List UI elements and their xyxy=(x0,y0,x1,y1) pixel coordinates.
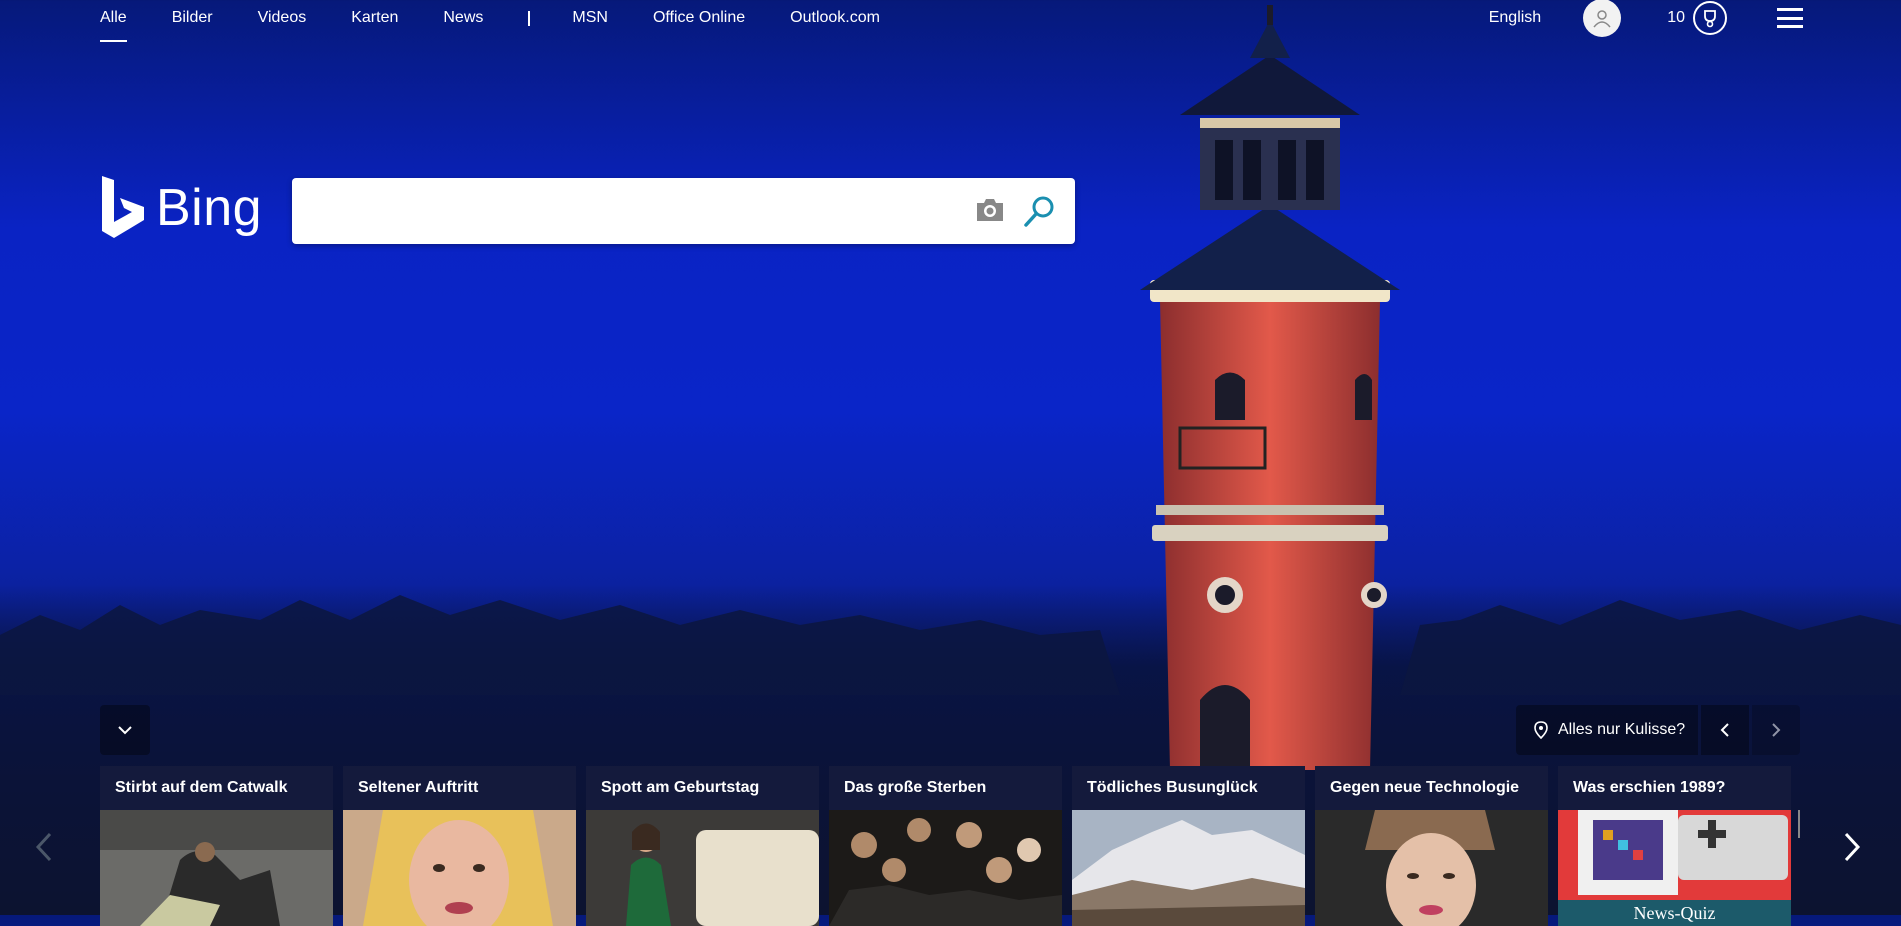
news-card-title: Das große Sterben xyxy=(829,766,1062,810)
nav-alle[interactable]: Alle xyxy=(100,2,127,42)
chevron-right-icon xyxy=(1772,723,1781,737)
news-card-title: Was erschien 1989? xyxy=(1558,766,1791,810)
bing-logo-icon xyxy=(102,176,144,238)
news-card-image xyxy=(829,810,1062,926)
nav-msn[interactable]: MSN xyxy=(572,2,608,34)
menu-line xyxy=(1777,8,1803,11)
top-navigation: Alle Bilder Videos Karten News MSN Offic… xyxy=(100,0,925,42)
news-card[interactable]: Seltener Auftritt xyxy=(343,766,576,926)
reward-points[interactable]: 10 xyxy=(1667,9,1685,27)
nav-outlook[interactable]: Outlook.com xyxy=(790,2,880,34)
carousel-edge xyxy=(1798,810,1800,838)
news-card[interactable]: Das große Sterben xyxy=(829,766,1062,926)
location-pin-icon xyxy=(1534,721,1548,739)
cards-previous-arrow-icon[interactable] xyxy=(32,830,56,864)
news-card[interactable]: Gegen neue Technologie xyxy=(1315,766,1548,926)
news-card-image xyxy=(1315,810,1548,926)
bing-logo[interactable]: Bing xyxy=(100,176,262,240)
image-info-button[interactable]: Alles nur Kulisse? xyxy=(1516,705,1698,755)
trophy-icon xyxy=(1704,10,1716,28)
nav-news[interactable]: News xyxy=(443,2,483,34)
nav-office-online[interactable]: Office Online xyxy=(653,2,745,34)
next-image-button[interactable] xyxy=(1752,705,1800,755)
news-card-title: Gegen neue Technologie xyxy=(1315,766,1548,810)
rewards-button[interactable] xyxy=(1693,1,1727,35)
nav-bilder[interactable]: Bilder xyxy=(172,2,213,34)
collapse-feed-button[interactable] xyxy=(100,705,150,755)
nav-divider xyxy=(528,10,531,26)
cards-next-arrow-icon[interactable] xyxy=(1840,830,1864,864)
nav-videos[interactable]: Videos xyxy=(258,2,307,34)
search-box xyxy=(292,178,1075,244)
news-card-carousel: Stirbt auf dem Catwalk Seltener Auftritt… xyxy=(100,766,1801,926)
chevron-down-icon xyxy=(118,726,132,735)
news-card-title: Stirbt auf dem Catwalk xyxy=(100,766,333,810)
search-icon[interactable] xyxy=(1023,194,1057,228)
news-card-title: Spott am Geburtstag xyxy=(586,766,819,810)
news-quiz-label: News-Quiz xyxy=(1558,900,1791,926)
news-card-title: Tödliches Busunglück xyxy=(1072,766,1305,810)
menu-line xyxy=(1777,25,1803,28)
news-card-image xyxy=(1072,810,1305,926)
nav-karten[interactable]: Karten xyxy=(351,2,398,34)
image-info-label: Alles nur Kulisse? xyxy=(1558,721,1686,738)
news-card[interactable]: Tödliches Busunglück xyxy=(1072,766,1305,926)
user-icon xyxy=(1593,10,1611,28)
news-card-image xyxy=(586,810,819,926)
language-switch[interactable]: English xyxy=(1489,9,1541,27)
avatar[interactable] xyxy=(1583,0,1622,37)
hamburger-menu-button[interactable] xyxy=(1777,8,1803,28)
search-input[interactable] xyxy=(306,190,1010,234)
chevron-left-icon xyxy=(1720,723,1729,737)
header-right: English 10 xyxy=(1489,0,1803,37)
news-card[interactable]: Was erschien 1989? News-Quiz xyxy=(1558,766,1791,926)
previous-image-button[interactable] xyxy=(1701,705,1749,755)
menu-line xyxy=(1777,16,1803,20)
background-treeline xyxy=(0,595,1901,695)
news-card[interactable]: Spott am Geburtstag xyxy=(586,766,819,926)
news-card-image xyxy=(100,810,333,926)
camera-icon[interactable] xyxy=(974,196,1006,224)
lighthouse-background-image xyxy=(1140,5,1400,770)
news-card-image xyxy=(343,810,576,926)
news-card[interactable]: Stirbt auf dem Catwalk xyxy=(100,766,333,926)
news-card-title: Seltener Auftritt xyxy=(343,766,576,810)
bing-logo-text: Bing xyxy=(156,179,263,237)
